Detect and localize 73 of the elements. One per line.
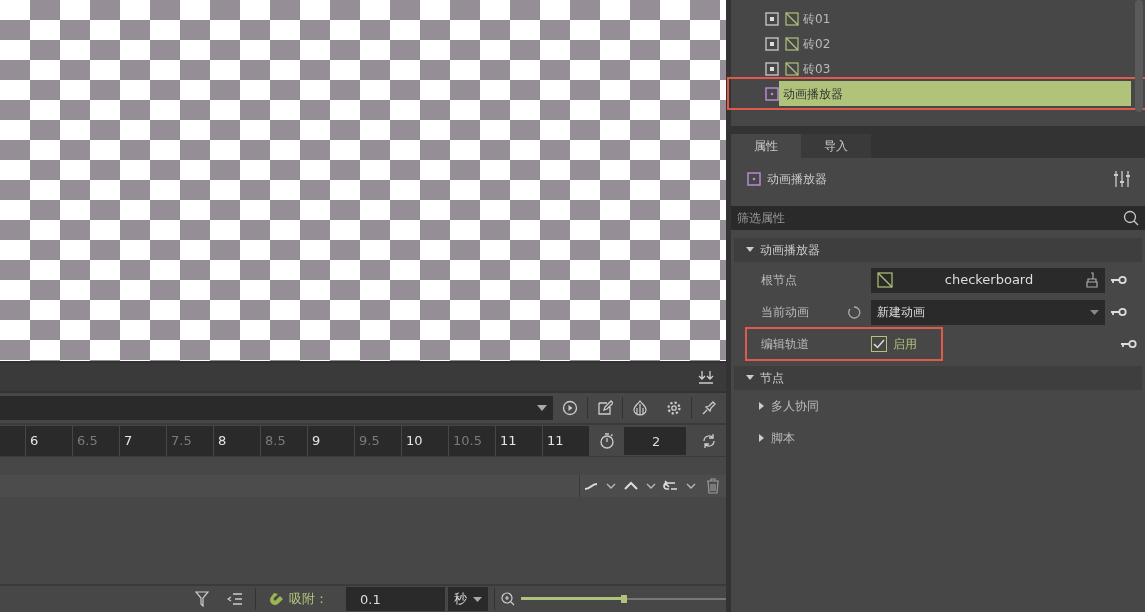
- snap-label: 吸附：: [289, 590, 328, 609]
- ruler-tick-label: 9.5: [354, 425, 401, 456]
- node-field[interactable]: checkerboard: [871, 267, 1105, 293]
- length-field[interactable]: 2: [624, 426, 686, 455]
- ruler-tick-label: 9: [307, 425, 354, 456]
- ruler-strip: [0, 425, 25, 456]
- filter-field[interactable]: 筛选属性: [731, 206, 1145, 230]
- collapse-arrow-icon[interactable]: [746, 375, 754, 381]
- section-title[interactable]: 动画播放器: [760, 241, 820, 259]
- snap-field[interactable]: 0.1: [346, 587, 445, 611]
- trash-icon[interactable]: [706, 478, 720, 494]
- tree-item-label[interactable]: 砖01: [799, 6, 1131, 31]
- zoom-slider[interactable]: [521, 594, 726, 604]
- dropdown-value: 新建动画: [877, 304, 926, 321]
- caret-icon: [1090, 309, 1099, 315]
- object-name: 动画播放器: [767, 171, 827, 188]
- section-title[interactable]: 节点: [760, 369, 784, 387]
- collapse-arrow-icon[interactable]: [746, 247, 754, 253]
- property-label: 当前动画: [761, 304, 810, 321]
- mesh-icon: [785, 36, 799, 51]
- sliders-icon[interactable]: [1113, 170, 1131, 188]
- tree-item-label[interactable]: 砖02: [799, 31, 1131, 56]
- ruler-tick-label: 7.5: [166, 425, 213, 456]
- key-icon[interactable]: [1111, 275, 1127, 285]
- inspector-tab[interactable]: 导入: [801, 134, 871, 158]
- filter-icon[interactable]: [195, 591, 209, 607]
- ruler-tick-label: 11: [542, 425, 589, 456]
- zoom-icon[interactable]: [501, 592, 515, 606]
- loop-arrow-icon[interactable]: [663, 480, 697, 492]
- mesh-icon: [785, 11, 799, 26]
- ruler-tick-label: 10.5: [448, 425, 495, 456]
- ruler-tick-label: 11: [495, 425, 542, 456]
- property-label: 根节点: [761, 272, 798, 289]
- animation-dropdown[interactable]: 新建动画: [871, 299, 1105, 325]
- slider-thumb[interactable]: [620, 595, 627, 603]
- revert-icon[interactable]: [847, 305, 861, 319]
- list-indent-icon[interactable]: [227, 592, 243, 606]
- node-name: checkerboard: [943, 271, 1035, 290]
- key-icon[interactable]: [1121, 339, 1137, 349]
- property-label: 编辑轨道: [761, 336, 810, 353]
- ruler-tick-label: 10: [401, 425, 448, 456]
- visibility-toggle-icon[interactable]: [765, 61, 779, 76]
- ruler-tick-label: 6: [25, 425, 72, 456]
- collapse-down-icon[interactable]: [698, 370, 714, 384]
- key-icon[interactable]: [1111, 307, 1127, 317]
- checkbox[interactable]: [871, 336, 887, 352]
- caret-icon: [473, 596, 482, 602]
- scrollbar[interactable]: [1135, 0, 1143, 112]
- ruler-tick-label: 6.5: [72, 425, 119, 456]
- tree-item-label[interactable]: 动画播放器: [779, 81, 1131, 106]
- ruler-tick-label: 8.5: [260, 425, 307, 456]
- tree-item-label[interactable]: 砖03: [799, 56, 1131, 81]
- ruler-tick-label: 8: [213, 425, 260, 456]
- subsection-title[interactable]: 多人协同: [771, 397, 819, 415]
- inspector-tab[interactable]: 属性: [731, 134, 801, 158]
- caret-up-icon[interactable]: [623, 480, 657, 492]
- player-icon: [765, 86, 779, 101]
- magnet-icon[interactable]: [268, 590, 286, 608]
- subsection-title[interactable]: 脚本: [771, 429, 795, 447]
- broom-icon[interactable]: [1085, 272, 1099, 288]
- expand-arrow-icon[interactable]: [759, 434, 765, 442]
- unit-dropdown[interactable]: 秒: [448, 587, 488, 611]
- visibility-toggle-icon[interactable]: [765, 11, 779, 26]
- checkbox-label: 启用: [893, 336, 917, 353]
- search-icon[interactable]: [1123, 210, 1139, 226]
- visibility-toggle-icon[interactable]: [765, 36, 779, 51]
- curve-icon[interactable]: [583, 480, 617, 492]
- player-icon: [747, 172, 761, 186]
- expand-arrow-icon[interactable]: [759, 402, 765, 410]
- mesh-icon: [877, 272, 893, 288]
- caret-icon: [537, 405, 547, 411]
- mesh-icon: [785, 61, 799, 76]
- ruler-tick-label: 7: [119, 425, 166, 456]
